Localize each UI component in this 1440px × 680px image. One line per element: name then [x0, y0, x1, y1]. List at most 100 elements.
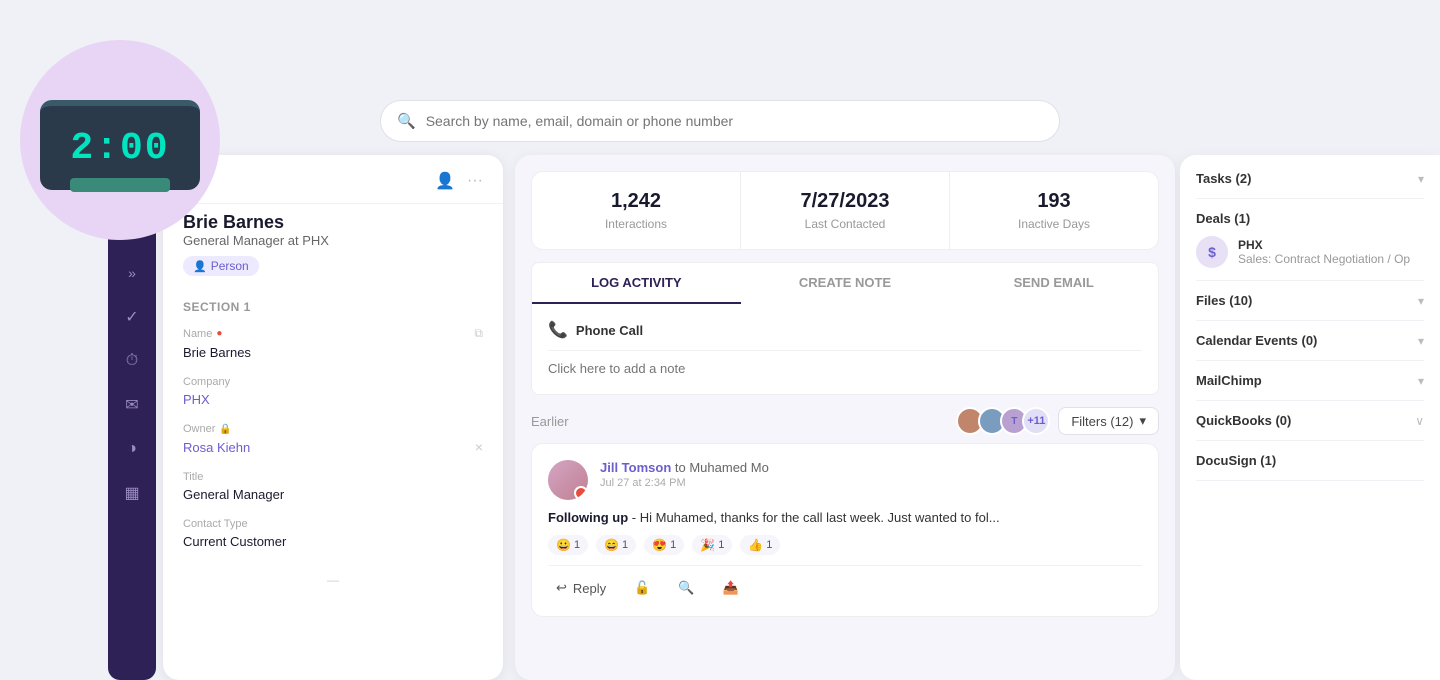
- tab-create-note[interactable]: CREATE NOTE: [741, 263, 950, 304]
- contact-back-link[interactable]: st: [183, 173, 195, 189]
- email-preview: - Hi Muhamed, thanks for the call last w…: [632, 510, 1000, 525]
- filters-btn[interactable]: Filters (12) ▾: [1058, 407, 1159, 435]
- magnify-icon: 🔍: [678, 580, 694, 596]
- field-name-label: Name: [183, 328, 212, 340]
- files-arrow: ▾: [1418, 294, 1424, 308]
- sidebar-item-mail[interactable]: ✉: [114, 387, 150, 423]
- contact-header: st 👤 ···: [163, 155, 503, 204]
- main-content: 1,242 Interactions 7/27/2023 Last Contac…: [515, 155, 1175, 680]
- right-panel: Tasks (2) ▾ Deals (1) $ PHX Sales: Contr…: [1180, 155, 1440, 680]
- activity-area: 📞 Phone Call: [531, 304, 1159, 395]
- deals-header[interactable]: Deals (1): [1196, 211, 1424, 226]
- right-section-quickbooks: QuickBooks (0) ∨: [1196, 401, 1424, 441]
- avatar-count: +11: [1022, 407, 1050, 435]
- deal-stage: Sales: Contract Negotiation / Op: [1238, 252, 1410, 266]
- sidebar-item-chart[interactable]: ◑: [114, 431, 150, 467]
- docusign-header[interactable]: DocuSign (1): [1196, 453, 1424, 468]
- stat-interactions: 1,242 Interactions: [532, 172, 741, 249]
- tab-send-email[interactable]: SEND EMAIL: [949, 263, 1158, 304]
- quickbooks-header[interactable]: QuickBooks (0) ∨: [1196, 413, 1424, 428]
- calendar-title: Calendar Events (0): [1196, 333, 1317, 348]
- contact-role: General Manager at PHX: [183, 233, 483, 248]
- search-email-button[interactable]: 🔍: [670, 576, 702, 600]
- field-contact-type-label: Contact Type: [183, 518, 248, 530]
- person-icon[interactable]: 👤: [435, 171, 455, 191]
- docusign-title: DocuSign (1): [1196, 453, 1276, 468]
- stats-row: 1,242 Interactions 7/27/2023 Last Contac…: [531, 171, 1159, 250]
- contact-panel: st 👤 ··· Brie Barnes General Manager at …: [163, 155, 503, 680]
- more-icon[interactable]: ···: [467, 172, 483, 190]
- share-icon: 📤: [723, 580, 739, 596]
- sidebar-item-check[interactable]: ✓: [114, 299, 150, 335]
- sidebar-item-timer[interactable]: ⏱: [114, 343, 150, 379]
- unlock-icon: 🔓: [634, 580, 650, 596]
- right-section-docusign: DocuSign (1): [1196, 441, 1424, 481]
- copy-icon[interactable]: ⧉: [474, 326, 483, 341]
- collapse-btn[interactable]: —: [183, 565, 483, 595]
- person-badge: 👤 Person: [183, 256, 259, 276]
- files-title: Files (10): [1196, 293, 1252, 308]
- right-section-calendar: Calendar Events (0) ▾: [1196, 321, 1424, 361]
- reaction-thumbs-up[interactable]: 👍 1: [740, 535, 780, 555]
- field-owner-group: Owner 🔒 Rosa Kiehn ×: [183, 423, 483, 455]
- field-owner-label: Owner: [183, 423, 215, 435]
- stat-last-contacted-value: 7/27/2023: [757, 190, 933, 213]
- deal-info: PHX Sales: Contract Negotiation / Op: [1238, 238, 1410, 266]
- lock-button[interactable]: 🔓: [626, 576, 658, 600]
- sidebar-item-person[interactable]: 👤: [114, 167, 150, 203]
- sidebar-item-forward[interactable]: »: [114, 255, 150, 291]
- search-input[interactable]: [426, 113, 1043, 129]
- stat-interactions-value: 1,242: [548, 190, 724, 213]
- email-time: Jul 27 at 2:34 PM: [600, 477, 1142, 489]
- activity-type: 📞 Phone Call: [548, 320, 1142, 340]
- emoji-smile: 😀: [556, 538, 571, 552]
- owner-remove-btn[interactable]: ×: [475, 439, 483, 455]
- email-header: Jill Tomson to Muhamed Mo Jul 27 at 2:34…: [548, 460, 1142, 500]
- field-company-label: Company: [183, 376, 230, 388]
- field-title-label: Title: [183, 471, 203, 483]
- required-indicator: ●: [216, 328, 222, 339]
- share-button[interactable]: 📤: [715, 576, 747, 600]
- tasks-header[interactable]: Tasks (2) ▾: [1196, 171, 1424, 186]
- reaction-grin[interactable]: 😄 1: [596, 535, 636, 555]
- deal-icon: $: [1196, 236, 1228, 268]
- mailchimp-header[interactable]: MailChimp ▾: [1196, 373, 1424, 388]
- filters-label: Filters (12): [1071, 414, 1133, 429]
- sender-avatar: [548, 460, 588, 500]
- activity-type-label: Phone Call: [576, 323, 643, 338]
- right-section-tasks: Tasks (2) ▾: [1196, 171, 1424, 199]
- reply-button[interactable]: ↩ Reply: [548, 576, 614, 600]
- right-section-mailchimp: MailChimp ▾: [1196, 361, 1424, 401]
- email-card: Jill Tomson to Muhamed Mo Jul 27 at 2:34…: [531, 443, 1159, 617]
- tab-log-activity[interactable]: LOG ACTIVITY: [532, 263, 741, 304]
- email-to: to Muhamed Mo: [675, 460, 769, 475]
- field-company-value[interactable]: PHX: [183, 392, 483, 407]
- tabs-row: LOG ACTIVITY CREATE NOTE SEND EMAIL: [531, 262, 1159, 304]
- sidebar-item-bar[interactable]: ▦: [114, 475, 150, 511]
- stat-inactive-days-label: Inactive Days: [966, 217, 1142, 231]
- activity-note-input[interactable]: [548, 350, 1142, 376]
- reaction-party[interactable]: 🎉 1: [692, 535, 732, 555]
- search-bar-container: 🔍: [380, 100, 1060, 142]
- quickbooks-title: QuickBooks (0): [1196, 413, 1291, 428]
- stat-interactions-label: Interactions: [548, 217, 724, 231]
- field-contact-type-value: Current Customer: [183, 534, 483, 549]
- email-type-badge: [574, 486, 588, 500]
- calendar-header[interactable]: Calendar Events (0) ▾: [1196, 333, 1424, 348]
- quickbooks-arrow: ∨: [1415, 414, 1424, 428]
- sidebar-item-grid[interactable]: ⊞: [114, 211, 150, 247]
- field-company-group: Company PHX: [183, 376, 483, 407]
- reaction-smile[interactable]: 😀 1: [548, 535, 588, 555]
- search-bar[interactable]: 🔍: [380, 100, 1060, 142]
- field-title-value: General Manager: [183, 487, 483, 502]
- reply-icon: ↩: [556, 580, 567, 596]
- stat-inactive-days-value: 193: [966, 190, 1142, 213]
- mailchimp-arrow: ▾: [1418, 374, 1424, 388]
- section-label: Section 1: [183, 300, 483, 314]
- files-header[interactable]: Files (10) ▾: [1196, 293, 1424, 308]
- reaction-heart-eyes[interactable]: 😍 1: [644, 535, 684, 555]
- email-subject: Following up - Hi Muhamed, thanks for th…: [548, 510, 1142, 525]
- field-owner-value: Rosa Kiehn: [183, 440, 250, 455]
- deals-title: Deals (1): [1196, 211, 1250, 226]
- avatar-stack: T +11: [956, 407, 1050, 435]
